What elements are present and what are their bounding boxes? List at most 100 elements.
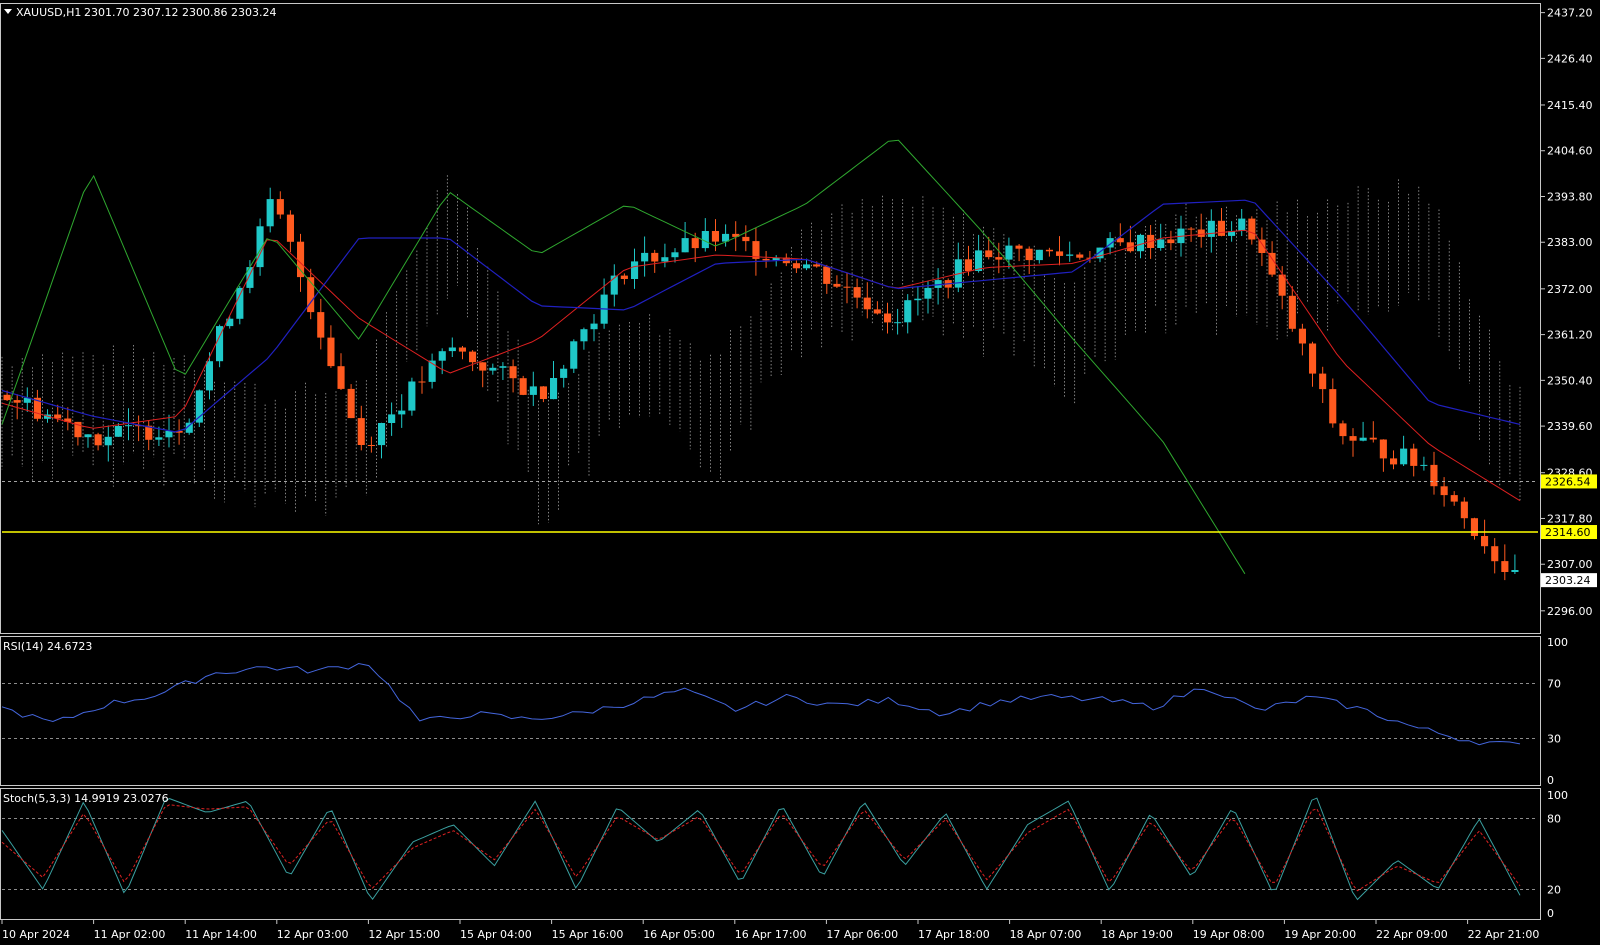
candle-body bbox=[691, 238, 699, 249]
candle-body bbox=[1481, 536, 1489, 547]
price-tick-label: 2437.20 bbox=[1547, 7, 1593, 20]
candle-body bbox=[1167, 239, 1175, 244]
candle-body bbox=[620, 275, 628, 279]
price-tick-label: 2307.00 bbox=[1547, 558, 1593, 571]
candle-body bbox=[1460, 501, 1468, 519]
candle-body bbox=[1217, 220, 1225, 236]
rsi-title: RSI(14) 24.6723 bbox=[3, 640, 92, 653]
price-tick-label: 2339.60 bbox=[1547, 420, 1593, 433]
candle-body bbox=[367, 445, 375, 446]
candle-body bbox=[813, 264, 821, 267]
time-tick-label: 11 Apr 02:00 bbox=[94, 928, 166, 941]
candle-body bbox=[964, 259, 972, 271]
price-tick-label: 2372.00 bbox=[1547, 283, 1593, 296]
time-tick-label: 18 Apr 19:00 bbox=[1101, 928, 1173, 941]
time-tick-label: 17 Apr 06:00 bbox=[826, 928, 898, 941]
candle-body bbox=[863, 297, 871, 310]
candle-body bbox=[347, 388, 355, 419]
candle-body bbox=[104, 436, 112, 446]
candle-body bbox=[438, 351, 446, 361]
candle-body bbox=[1511, 570, 1519, 572]
candle-body bbox=[1450, 495, 1458, 502]
candle-body bbox=[762, 258, 770, 261]
candle-body bbox=[1015, 245, 1023, 249]
candle-body bbox=[1410, 448, 1418, 466]
candle-body bbox=[266, 199, 274, 227]
candle-body bbox=[13, 400, 21, 403]
candle-body bbox=[924, 287, 932, 299]
candle-body bbox=[3, 394, 11, 401]
candle-body bbox=[357, 418, 365, 445]
candle-body bbox=[1045, 249, 1053, 252]
candle-body bbox=[560, 368, 568, 378]
candle-body bbox=[843, 286, 851, 288]
time-tick-label: 16 Apr 05:00 bbox=[643, 928, 715, 941]
candle-body bbox=[681, 238, 689, 253]
candle-body bbox=[823, 266, 831, 284]
candle-body bbox=[155, 437, 163, 440]
time-tick-label: 12 Apr 03:00 bbox=[277, 928, 349, 941]
candle-body bbox=[327, 337, 335, 367]
candle-body bbox=[1197, 229, 1205, 237]
time-tick-label: 19 Apr 20:00 bbox=[1284, 928, 1356, 941]
candle-body bbox=[388, 414, 396, 423]
candle-body bbox=[479, 362, 487, 371]
candle-body bbox=[297, 241, 305, 278]
price-tick-label: 2361.20 bbox=[1547, 329, 1593, 342]
stoch-tick-label: 0 bbox=[1547, 907, 1554, 920]
candle-body bbox=[1309, 343, 1317, 374]
time-tick-label: 16 Apr 17:00 bbox=[735, 928, 807, 941]
candle-body bbox=[408, 381, 416, 411]
chart-window[interactable]: XAUUSD,H1 2301.70 2307.12 2300.86 2303.2… bbox=[0, 0, 1600, 945]
candle-body bbox=[1066, 254, 1074, 256]
candle-body bbox=[1288, 295, 1296, 329]
time-tick-label: 19 Apr 08:00 bbox=[1193, 928, 1265, 941]
price-tick-label: 2350.40 bbox=[1547, 374, 1593, 387]
candle-body bbox=[1248, 218, 1256, 240]
candle-body bbox=[418, 381, 426, 383]
candle-body bbox=[853, 287, 861, 298]
candle-body bbox=[1420, 464, 1428, 466]
price-tick-label: 2393.80 bbox=[1547, 190, 1593, 203]
candle-body bbox=[317, 312, 325, 338]
candle-body bbox=[1157, 239, 1165, 248]
candle-body bbox=[469, 351, 477, 363]
candle-body bbox=[94, 434, 102, 446]
candle-body bbox=[1470, 518, 1478, 536]
price-badge-label: 2326.54 bbox=[1545, 475, 1591, 488]
candle-body bbox=[833, 283, 841, 287]
candle-body bbox=[499, 366, 507, 368]
candle-body bbox=[671, 252, 679, 258]
price-tick-label: 2415.40 bbox=[1547, 99, 1593, 112]
candle-body bbox=[1501, 561, 1509, 572]
time-tick-label: 22 Apr 21:00 bbox=[1468, 928, 1540, 941]
rsi-tick-label: 0 bbox=[1547, 774, 1554, 787]
price-tick-label: 2426.40 bbox=[1547, 52, 1593, 65]
time-tick-label: 17 Apr 18:00 bbox=[918, 928, 990, 941]
candle-body bbox=[631, 261, 639, 279]
candle-body bbox=[1258, 239, 1266, 253]
candle-body bbox=[458, 347, 466, 352]
candle-body bbox=[519, 378, 527, 395]
time-tick-label: 11 Apr 14:00 bbox=[185, 928, 257, 941]
candle-body bbox=[1491, 546, 1499, 562]
candle-body bbox=[337, 366, 345, 389]
time-tick-label: 10 Apr 2024 bbox=[2, 928, 70, 941]
price-tick-label: 2317.80 bbox=[1547, 512, 1593, 525]
ohlc-readout: 2301.70 2307.12 2300.86 2303.24 bbox=[84, 6, 276, 19]
rsi-tick-label: 70 bbox=[1547, 677, 1561, 690]
candle-body bbox=[884, 313, 892, 323]
candle-body bbox=[661, 257, 669, 262]
candle-body bbox=[286, 214, 294, 242]
candle-body bbox=[1440, 486, 1448, 496]
rsi-tick-label: 100 bbox=[1547, 636, 1568, 649]
candle-body bbox=[1349, 436, 1357, 441]
price-badge-label: 2303.24 bbox=[1545, 574, 1591, 587]
candle-body bbox=[1369, 437, 1377, 440]
candle-body bbox=[894, 322, 902, 324]
candle-body bbox=[975, 250, 983, 271]
candle-body bbox=[1056, 251, 1064, 256]
candle-body bbox=[276, 199, 284, 215]
candle-body bbox=[995, 257, 1003, 260]
candle-body bbox=[1329, 389, 1337, 424]
